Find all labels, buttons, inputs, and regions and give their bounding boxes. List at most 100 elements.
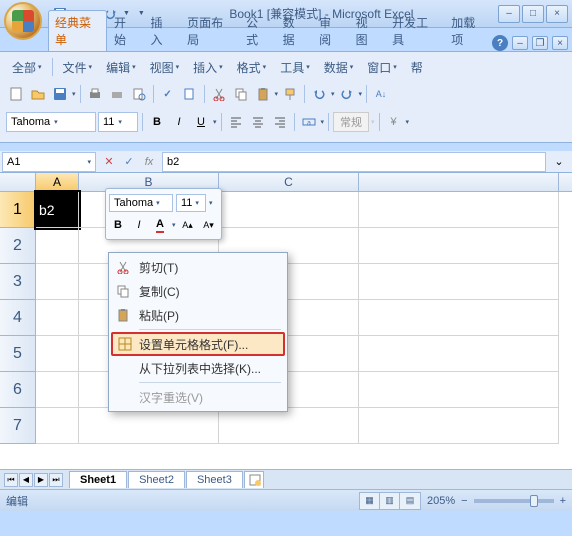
- formula-input[interactable]: b2: [162, 152, 546, 172]
- align-center-icon[interactable]: [248, 112, 268, 132]
- cell[interactable]: [36, 228, 79, 264]
- mini-bold-button[interactable]: B: [109, 216, 127, 234]
- redo-dropdown-icon[interactable]: ▾: [359, 90, 363, 98]
- sheet-tab-2[interactable]: Sheet2: [128, 471, 185, 488]
- cell[interactable]: [219, 192, 359, 228]
- doc-close-button[interactable]: ×: [552, 36, 568, 50]
- menu-all[interactable]: 全部▾: [6, 57, 48, 78]
- mini-font-name[interactable]: Tahoma▾: [109, 194, 173, 212]
- underline-button[interactable]: U: [191, 112, 211, 132]
- cell[interactable]: [359, 228, 559, 264]
- enter-edit-icon[interactable]: ✓: [120, 153, 138, 171]
- cut-icon[interactable]: [209, 84, 229, 104]
- print-icon[interactable]: [85, 84, 105, 104]
- view-page-break-button[interactable]: ▤: [400, 493, 420, 509]
- paste-dropdown-icon[interactable]: ▾: [275, 90, 279, 98]
- sheet-last-button[interactable]: ⏭: [49, 473, 63, 487]
- zoom-slider[interactable]: [474, 499, 554, 503]
- tab-classic-menu[interactable]: 经典菜单: [48, 10, 107, 51]
- sheet-first-button[interactable]: ⏮: [4, 473, 18, 487]
- row-header[interactable]: 1: [0, 192, 36, 228]
- name-box[interactable]: A1▾: [2, 152, 96, 172]
- fx-icon[interactable]: fx: [140, 153, 158, 171]
- font-size-select[interactable]: 11▾: [98, 112, 138, 132]
- sheet-tab-new[interactable]: [244, 471, 264, 488]
- quick-print-icon[interactable]: [107, 84, 127, 104]
- menu-format[interactable]: 格式▾: [231, 57, 273, 78]
- menu-insert[interactable]: 插入▾: [187, 57, 229, 78]
- tab-formulas[interactable]: 公式: [239, 10, 276, 51]
- cancel-edit-icon[interactable]: ✕: [100, 153, 118, 171]
- save-icon[interactable]: [50, 84, 70, 104]
- view-page-layout-button[interactable]: ▥: [380, 493, 400, 509]
- tab-insert[interactable]: 插入: [144, 10, 181, 51]
- undo-icon[interactable]: [309, 84, 329, 104]
- mini-grow-font-button[interactable]: A▴: [179, 216, 197, 234]
- cell[interactable]: [359, 264, 559, 300]
- align-left-icon[interactable]: [226, 112, 246, 132]
- underline-dropdown-icon[interactable]: ▾: [213, 118, 217, 126]
- tab-addins[interactable]: 加载项: [444, 10, 492, 51]
- cell[interactable]: [79, 408, 219, 444]
- cell[interactable]: b2: [36, 192, 79, 228]
- ctx-format-cells[interactable]: 设置单元格格式(F)...: [111, 332, 285, 356]
- copy-icon[interactable]: [231, 84, 251, 104]
- tab-view[interactable]: 视图: [349, 10, 386, 51]
- mini-italic-button[interactable]: I: [130, 216, 148, 234]
- menu-help[interactable]: 帮: [405, 57, 429, 78]
- cell[interactable]: [219, 408, 359, 444]
- row-header[interactable]: 4: [0, 300, 36, 336]
- ctx-cut[interactable]: 剪切(T): [111, 255, 285, 279]
- menu-window[interactable]: 窗口▾: [361, 57, 403, 78]
- column-header[interactable]: [359, 173, 559, 191]
- select-all-corner[interactable]: [0, 173, 36, 191]
- zoom-in-button[interactable]: +: [560, 495, 566, 507]
- mini-font-size[interactable]: 11▾: [176, 194, 206, 212]
- mini-font-color-dropdown-icon[interactable]: ▾: [172, 221, 176, 229]
- ctx-paste[interactable]: 粘贴(P): [111, 303, 285, 327]
- row-header[interactable]: 2: [0, 228, 36, 264]
- column-header[interactable]: A: [36, 173, 79, 191]
- cell[interactable]: [359, 192, 559, 228]
- office-button[interactable]: [4, 2, 42, 40]
- tab-data[interactable]: 数据: [276, 10, 313, 51]
- paste-icon[interactable]: [253, 84, 273, 104]
- new-icon[interactable]: [6, 84, 26, 104]
- row-header[interactable]: 7: [0, 408, 36, 444]
- cell[interactable]: [36, 336, 79, 372]
- row-header[interactable]: 3: [0, 264, 36, 300]
- menu-tools[interactable]: 工具▾: [274, 57, 316, 78]
- undo-dropdown-icon[interactable]: ▾: [331, 90, 335, 98]
- sheet-tab-3[interactable]: Sheet3: [186, 471, 243, 488]
- tab-home[interactable]: 开始: [107, 10, 144, 51]
- save-dropdown-icon[interactable]: ▾: [72, 90, 76, 98]
- merge-center-icon[interactable]: a: [299, 112, 319, 132]
- print-preview-icon[interactable]: [129, 84, 149, 104]
- row-header[interactable]: 6: [0, 372, 36, 408]
- menu-edit[interactable]: 编辑▾: [100, 57, 142, 78]
- bold-button[interactable]: B: [147, 112, 167, 132]
- expand-formula-bar-icon[interactable]: ⌄: [550, 153, 568, 171]
- research-icon[interactable]: [180, 84, 200, 104]
- sheet-prev-button[interactable]: ◀: [19, 473, 33, 487]
- zoom-level[interactable]: 205%: [427, 495, 455, 507]
- maximize-button[interactable]: □: [522, 5, 544, 23]
- cell[interactable]: [359, 408, 559, 444]
- help-icon[interactable]: ?: [492, 35, 508, 51]
- currency-dropdown-icon[interactable]: ▾: [406, 118, 410, 126]
- view-normal-button[interactable]: ▦: [360, 493, 380, 509]
- style-dropdown-icon[interactable]: ▾: [371, 118, 375, 126]
- zoom-out-button[interactable]: −: [461, 495, 467, 507]
- mini-shrink-font-button[interactable]: A▾: [200, 216, 218, 234]
- sheet-next-button[interactable]: ▶: [34, 473, 48, 487]
- doc-minimize-button[interactable]: –: [512, 36, 528, 50]
- cell[interactable]: [36, 300, 79, 336]
- tab-page-layout[interactable]: 页面布局: [180, 10, 239, 51]
- menu-view[interactable]: 视图▾: [144, 57, 186, 78]
- ctx-copy[interactable]: 复制(C): [111, 279, 285, 303]
- merge-dropdown-icon[interactable]: ▾: [321, 118, 325, 126]
- sheet-tab-1[interactable]: Sheet1: [69, 471, 127, 488]
- cell[interactable]: [36, 372, 79, 408]
- sort-asc-icon[interactable]: A↓: [371, 84, 391, 104]
- cell[interactable]: [359, 372, 559, 408]
